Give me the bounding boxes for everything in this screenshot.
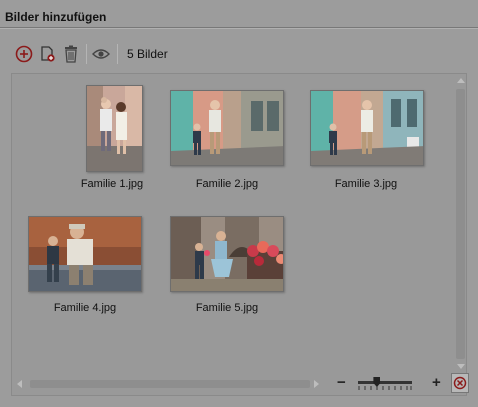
- image-item[interactable]: Familie 3.jpg: [310, 82, 450, 207]
- add-icon: [15, 45, 33, 63]
- zoom-out-button[interactable]: −: [337, 374, 346, 391]
- image-thumbnail: [28, 216, 142, 292]
- image-filename: Familie 5.jpg: [195, 302, 259, 314]
- vertical-scrollbar[interactable]: [453, 74, 467, 374]
- image-filename: Familie 4.jpg: [53, 302, 117, 314]
- horizontal-scrollbar[interactable]: [12, 374, 322, 394]
- zoom-ticks: [358, 386, 412, 390]
- scroll-right-icon[interactable]: [314, 380, 319, 388]
- header-divider: [0, 27, 478, 29]
- scroll-down-icon[interactable]: [457, 364, 465, 369]
- scroll-up-icon[interactable]: [457, 78, 465, 83]
- image-item[interactable]: Familie 4.jpg: [28, 214, 168, 339]
- horizontal-scroll-thumb[interactable]: [30, 380, 310, 388]
- image-filename: Familie 3.jpg: [334, 178, 398, 190]
- image-thumbnail: [310, 90, 424, 166]
- image-thumbnail: [170, 216, 284, 292]
- eye-icon: [92, 49, 110, 59]
- toolbar-separator: [86, 44, 87, 64]
- add-image-button[interactable]: [13, 43, 35, 65]
- image-list-panel: Familie 1.jpg Familie 2.jpg Familie 3.jp…: [11, 73, 469, 396]
- zoom-reset-icon: [453, 376, 467, 390]
- toolbar: 5 Bilder: [0, 40, 478, 66]
- trash-icon: [65, 45, 77, 63]
- zoom-control: − +: [334, 372, 469, 396]
- scroll-left-icon[interactable]: [17, 380, 22, 388]
- image-filename: Familie 2.jpg: [195, 178, 259, 190]
- panel-header: Bilder hinzufügen: [0, 0, 478, 32]
- zoom-slider[interactable]: [358, 381, 412, 384]
- zoom-reset-button[interactable]: [451, 373, 469, 393]
- image-item[interactable]: Familie 2.jpg: [170, 82, 310, 207]
- preview-button[interactable]: [90, 43, 112, 65]
- add-file-button[interactable]: [37, 43, 59, 65]
- image-count: 5 Bilder: [127, 47, 168, 61]
- image-thumbnail: [86, 85, 143, 172]
- vertical-scroll-thumb[interactable]: [456, 89, 465, 359]
- zoom-in-button[interactable]: +: [432, 374, 441, 391]
- toolbar-separator: [117, 44, 118, 64]
- panel-title: Bilder hinzufügen: [5, 10, 107, 24]
- image-thumbnail: [170, 90, 284, 166]
- delete-button[interactable]: [60, 43, 82, 65]
- image-item[interactable]: Familie 5.jpg: [170, 214, 310, 339]
- add-file-icon: [41, 46, 55, 62]
- image-grid: Familie 1.jpg Familie 2.jpg Familie 3.jp…: [12, 74, 452, 374]
